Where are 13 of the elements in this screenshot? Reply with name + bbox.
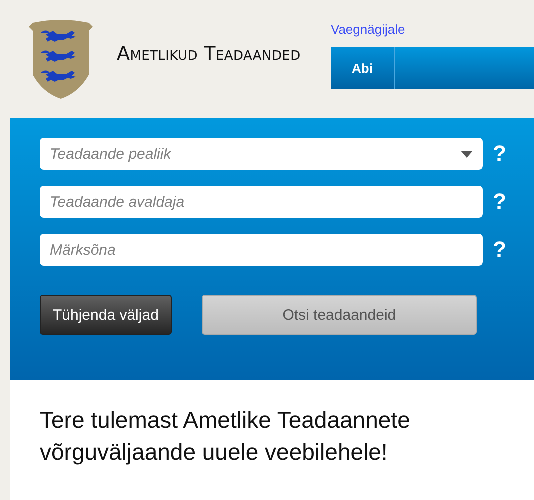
site-title: Ametlikud Teadaanded: [117, 43, 302, 67]
input-field[interactable]: Teadaande avaldaja: [40, 186, 483, 218]
search-button[interactable]: Otsi teadaandeid: [202, 295, 477, 335]
help-icon[interactable]: ?: [493, 189, 506, 215]
input-field[interactable]: Märksõna: [40, 234, 483, 266]
dropdown-caret-icon: [461, 151, 473, 158]
help-icon[interactable]: ?: [493, 237, 506, 263]
clear-button[interactable]: Tühjenda väljad: [40, 295, 172, 335]
dropdown-field[interactable]: Teadaande pealiik: [40, 138, 483, 170]
help-icon[interactable]: ?: [493, 141, 506, 167]
accessibility-link[interactable]: Vaegnägijale: [331, 22, 406, 37]
welcome-heading: Tere tulemast Ametlike Teadaannete võrguväljaande uuele veebilehele!: [40, 406, 412, 467]
nav-tab[interactable]: Abi: [331, 47, 395, 89]
